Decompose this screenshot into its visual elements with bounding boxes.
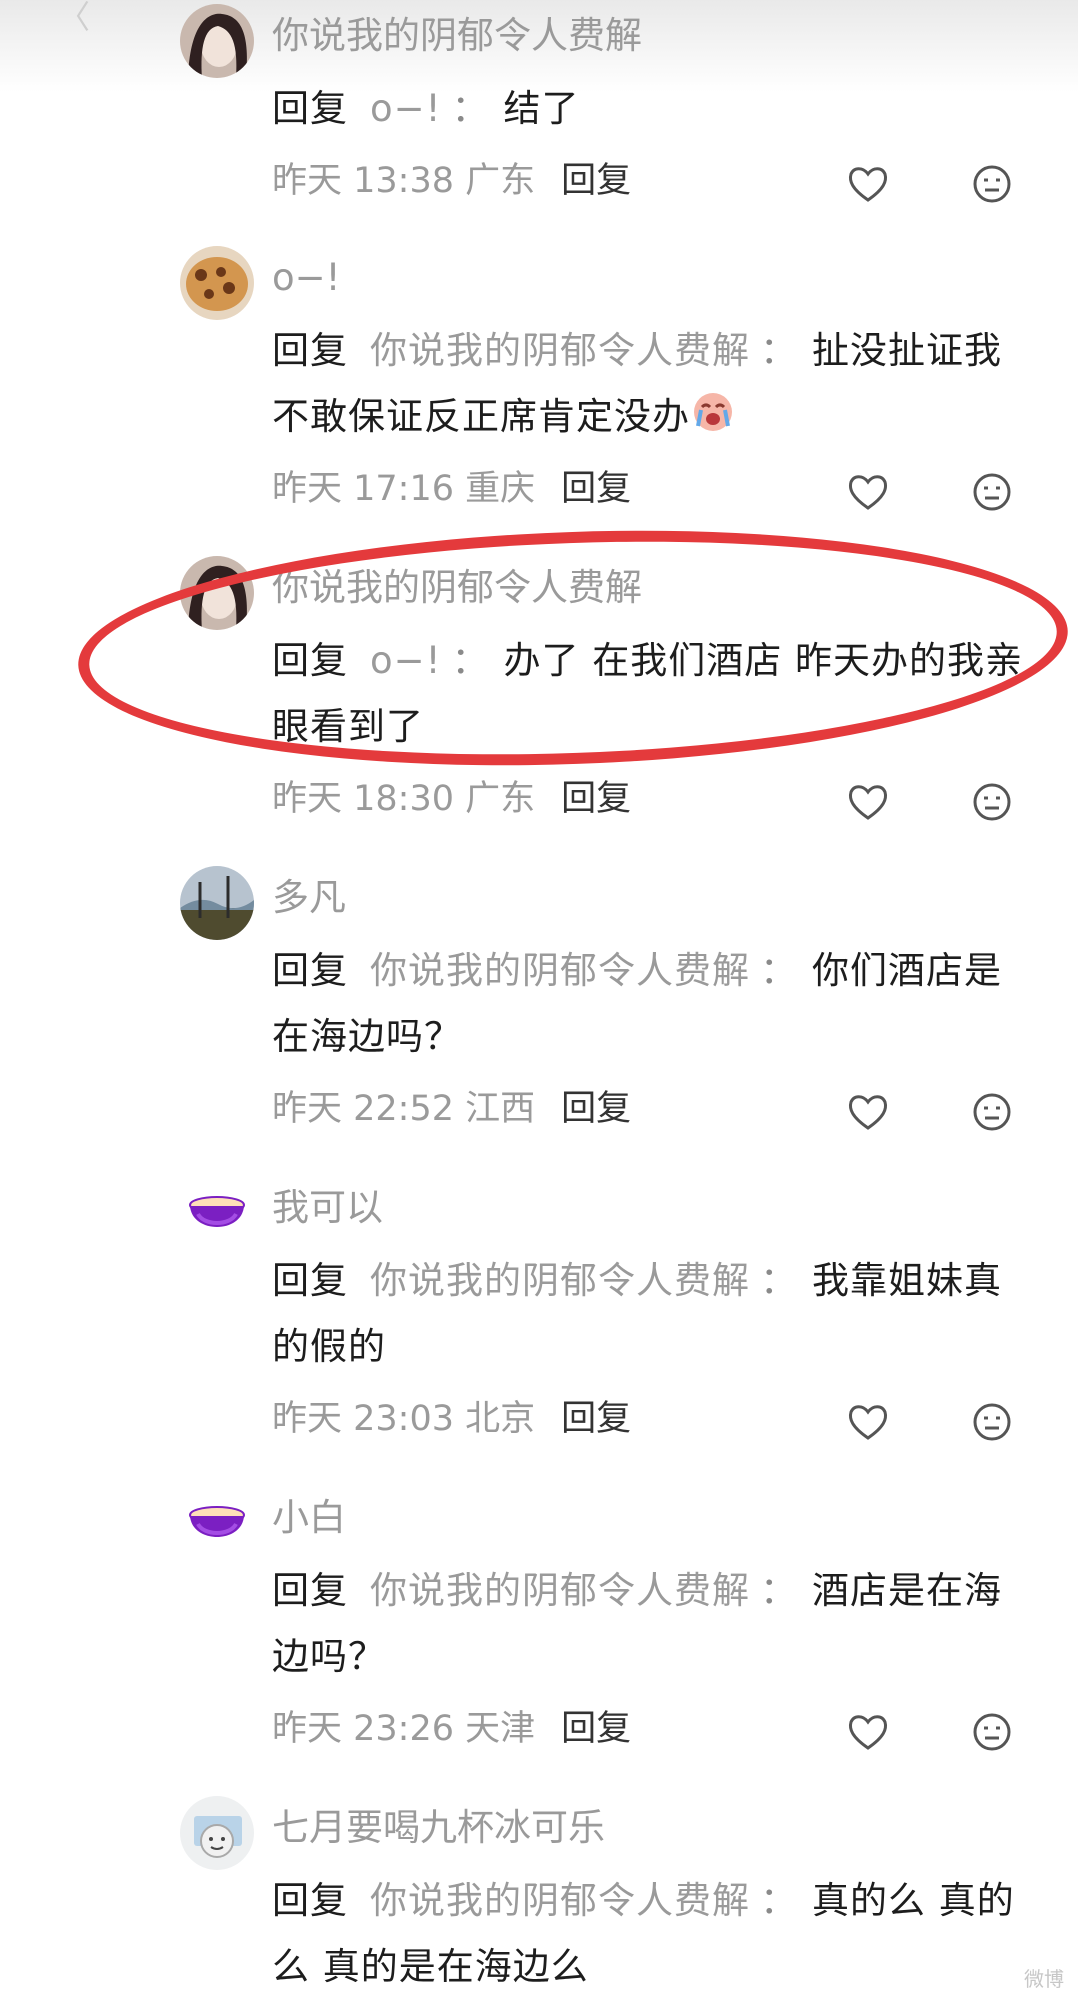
comment-username[interactable]: 你说我的阴郁令人费解	[272, 564, 642, 612]
comment-meta: 昨天 13:38 广东 回复	[272, 158, 631, 204]
comment-username[interactable]: o−!	[272, 254, 340, 302]
comment-body: 回复 o−!：办了 在我们酒店 昨天办的我亲眼看到了	[272, 628, 1032, 760]
reply-button[interactable]: 回复	[561, 161, 631, 201]
reply-button[interactable]: 回复	[561, 469, 631, 509]
reply-prefix: 回复	[272, 1569, 348, 1612]
watermark-text: 微博	[1024, 1967, 1064, 1991]
meh-face-icon[interactable]	[970, 1400, 1014, 1444]
meh-face-icon[interactable]	[970, 780, 1014, 824]
comment-time-location: 昨天 18:30 广东	[272, 779, 536, 819]
colon: ：	[451, 87, 490, 130]
avatar[interactable]	[180, 1486, 254, 1560]
comment-username[interactable]: 小白	[272, 1494, 346, 1542]
reply-prefix: 回复	[272, 1259, 348, 1302]
avatar[interactable]	[180, 1176, 254, 1250]
reply-target[interactable]: 你说我的阴郁令人费解	[370, 949, 750, 992]
colon: ：	[760, 949, 798, 992]
comment-time-location: 昨天 23:03 北京	[272, 1399, 536, 1439]
meh-face-icon[interactable]	[970, 1090, 1014, 1134]
heart-outline-icon[interactable]	[846, 470, 890, 514]
avatar[interactable]	[180, 4, 254, 78]
avatar[interactable]	[180, 556, 254, 630]
colon: ：	[760, 1259, 798, 1302]
meh-face-icon[interactable]	[970, 162, 1014, 206]
colon: ：	[760, 1569, 798, 1612]
reply-prefix: 回复	[272, 949, 348, 992]
colon: ：	[760, 329, 798, 372]
colon: ：	[760, 1879, 798, 1922]
comment-time-location: 昨天 22:52 江西	[272, 1089, 536, 1129]
meh-face-icon[interactable]	[970, 1710, 1014, 1754]
comment-time-location: 昨天 23:26 天津	[272, 1709, 536, 1749]
comment-meta: 昨天 23:03 北京 回复	[272, 1396, 631, 1442]
reply-button[interactable]: 回复	[561, 1089, 631, 1129]
reply-button[interactable]: 回复	[561, 779, 631, 819]
reply-prefix: 回复	[272, 87, 348, 130]
reply-target[interactable]: o−!	[370, 87, 441, 130]
reply-target[interactable]: 你说我的阴郁令人费解	[370, 329, 750, 372]
reply-prefix: 回复	[272, 329, 348, 372]
reply-target[interactable]: 你说我的阴郁令人费解	[370, 1879, 750, 1922]
comment-body: 回复 你说我的阴郁令人费解：你们酒店是在海边吗？	[272, 938, 1032, 1070]
comment-username[interactable]: 七月要喝九杯冰可乐	[272, 1804, 605, 1852]
comment-username[interactable]: 多凡	[272, 874, 346, 922]
reply-prefix: 回复	[272, 639, 348, 682]
comment-username[interactable]: 你说我的阴郁令人费解	[272, 12, 642, 60]
comment-time-location: 昨天 17:16 重庆	[272, 469, 536, 509]
heart-outline-icon[interactable]	[846, 1090, 890, 1134]
comment-body: 回复 你说我的阴郁令人费解：扯没扯证我不敢保证反正席肯定没办	[272, 318, 1032, 450]
comment-body: 回复 你说我的阴郁令人费解：酒店是在海边吗？	[272, 1558, 1032, 1690]
comment-meta: 昨天 18:30 广东 回复	[272, 776, 631, 822]
comment-body: 回复 你说我的阴郁令人费解：真的么 真的么 真的是在海边么	[272, 1868, 1032, 2000]
comment-meta: 昨天 23:26 天津 回复	[272, 1706, 631, 1752]
heart-outline-icon[interactable]	[846, 780, 890, 824]
comment-thread-page: 〈 你说我的阴郁令人费解 回复 o−!：结了 昨天 13:38 广东 回复 o−…	[0, 0, 1078, 2000]
reply-button[interactable]: 回复	[561, 1709, 631, 1749]
comment-meta: 昨天 17:16 重庆 回复	[272, 466, 631, 512]
meh-face-icon[interactable]	[970, 470, 1014, 514]
colon: ：	[451, 639, 490, 682]
reply-target[interactable]: o−!	[370, 639, 441, 682]
reply-target[interactable]: 你说我的阴郁令人费解	[370, 1259, 750, 1302]
comment-meta: 昨天 22:52 江西 回复	[272, 1086, 631, 1132]
reply-target[interactable]: 你说我的阴郁令人费解	[370, 1569, 750, 1612]
avatar[interactable]	[180, 246, 254, 320]
comment-username[interactable]: 我可以	[272, 1184, 383, 1232]
comment-time-location: 昨天 13:38 广东	[272, 161, 536, 201]
reply-prefix: 回复	[272, 1879, 348, 1922]
comment-body: 回复 o−!： 结了	[272, 76, 1032, 142]
heart-outline-icon[interactable]	[846, 1710, 890, 1754]
avatar[interactable]	[180, 866, 254, 940]
reply-button[interactable]: 回复	[561, 1399, 631, 1439]
back-arrow-icon[interactable]: 〈	[58, 0, 90, 38]
heart-outline-icon[interactable]	[846, 1400, 890, 1444]
comment-body: 回复 你说我的阴郁令人费解：我靠姐妹真的假的	[272, 1248, 1032, 1380]
crying-face-emoji-icon	[694, 393, 732, 431]
avatar[interactable]	[180, 1796, 254, 1870]
heart-outline-icon[interactable]	[846, 162, 890, 206]
comment-text: 结了	[503, 87, 580, 130]
